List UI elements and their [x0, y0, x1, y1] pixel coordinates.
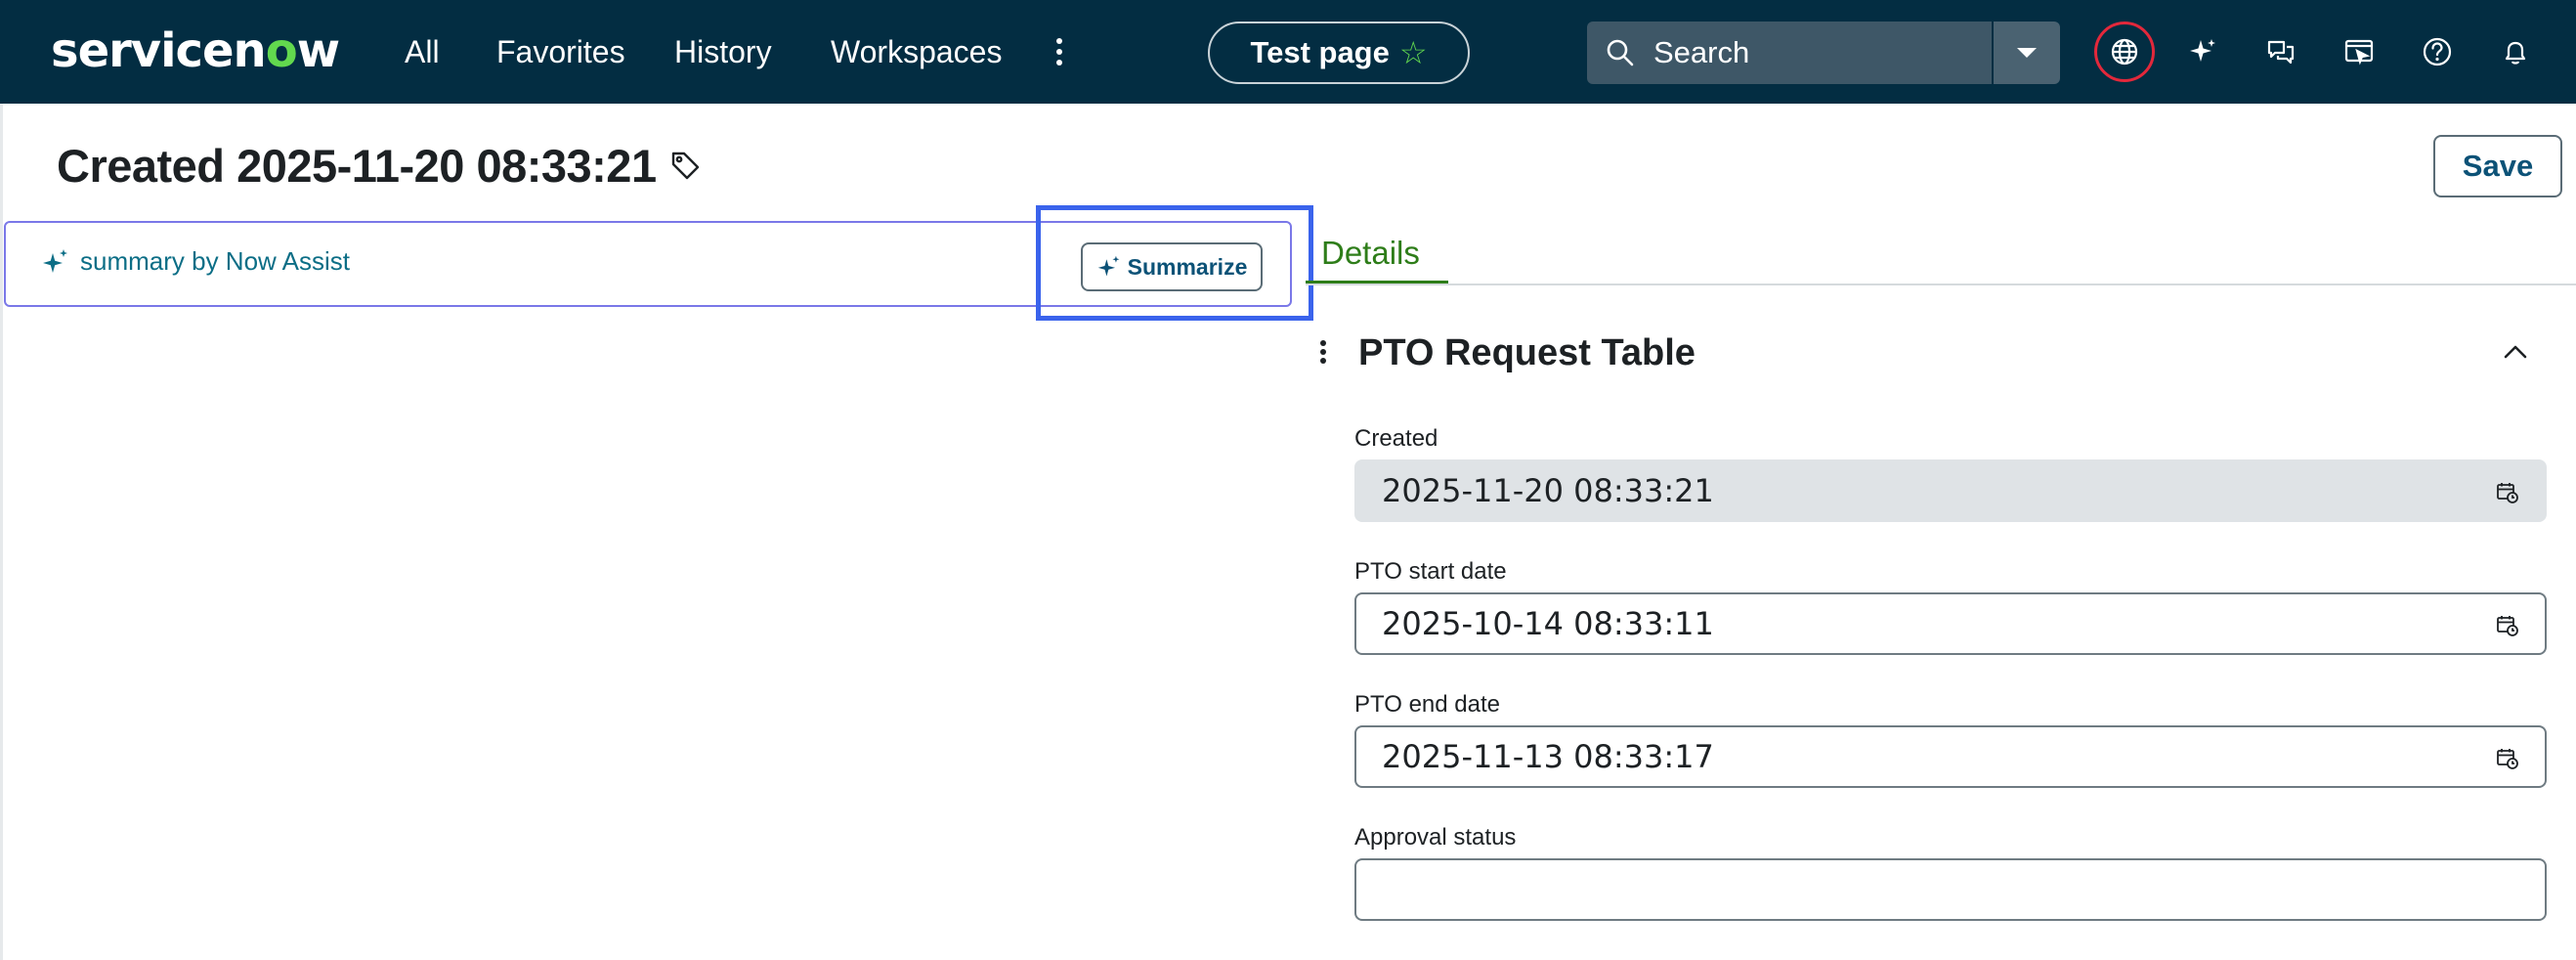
section-title: PTO Request Table: [1358, 332, 1696, 373]
sparkle-icon[interactable]: [2180, 29, 2225, 74]
page-title: Created 2025-11-20 08:33:21: [57, 140, 657, 192]
summary-label-text: summary by Now Assist: [80, 246, 350, 276]
bell-icon[interactable]: [2493, 29, 2538, 74]
nav-more-icon[interactable]: [1048, 35, 1071, 68]
calendar-icon[interactable]: [2496, 747, 2519, 770]
created-label: Created: [1354, 425, 1438, 452]
created-field: 2025-11-20 08:33:21: [1354, 459, 2547, 522]
search-icon: [1607, 39, 1634, 66]
tag-icon[interactable]: [668, 149, 702, 187]
globe-icon[interactable]: [2102, 29, 2147, 74]
calendar-icon[interactable]: [2496, 481, 2519, 504]
current-page-pill[interactable]: Test page ☆: [1208, 22, 1470, 84]
screen-icon[interactable]: [2337, 29, 2382, 74]
pto-end-date-value: 2025-11-13 08:33:17: [1382, 738, 1714, 775]
search-placeholder: Search: [1653, 35, 1750, 69]
pto-start-date-field[interactable]: 2025-10-14 08:33:11: [1354, 592, 2547, 655]
nav-all[interactable]: All: [405, 29, 440, 74]
summarize-highlight-box: [1036, 205, 1313, 321]
nav-favorites[interactable]: Favorites: [496, 29, 625, 74]
approval-status-field[interactable]: [1354, 858, 2547, 921]
nav-history[interactable]: History: [674, 29, 772, 74]
servicenow-logo[interactable]: servicenow: [51, 20, 340, 82]
left-edge-border: [0, 104, 3, 960]
calendar-icon[interactable]: [2496, 614, 2519, 637]
chevron-up-icon[interactable]: [2498, 334, 2533, 370]
top-navigation-bar: servicenow All Favorites History Workspa…: [0, 0, 2576, 104]
pto-start-date-value: 2025-10-14 08:33:11: [1382, 605, 1714, 642]
favorite-star-icon[interactable]: ☆: [1399, 34, 1428, 71]
pto-start-date-label: PTO start date: [1354, 558, 1507, 585]
nav-workspaces[interactable]: Workspaces: [831, 29, 1002, 74]
section-more-icon[interactable]: [1315, 338, 1331, 366]
pto-end-date-label: PTO end date: [1354, 691, 1500, 718]
search-input[interactable]: Search: [1587, 22, 1992, 84]
created-value: 2025-11-20 08:33:21: [1382, 472, 1714, 509]
chevron-down-icon: [2017, 48, 2037, 58]
chat-icon[interactable]: [2258, 29, 2303, 74]
help-icon[interactable]: [2415, 29, 2460, 74]
tabs-divider: [1306, 284, 2576, 285]
tab-details[interactable]: Details: [1321, 229, 1420, 278]
sparkle-icon: [43, 248, 67, 273]
pto-end-date-field[interactable]: 2025-11-13 08:33:17: [1354, 725, 2547, 788]
save-button[interactable]: Save: [2433, 135, 2562, 197]
approval-status-label: Approval status: [1354, 824, 1517, 851]
search-scope-dropdown[interactable]: [1994, 22, 2060, 84]
current-page-label: Test page: [1250, 35, 1390, 69]
summary-label-group: summary by Now Assist: [41, 246, 350, 277]
